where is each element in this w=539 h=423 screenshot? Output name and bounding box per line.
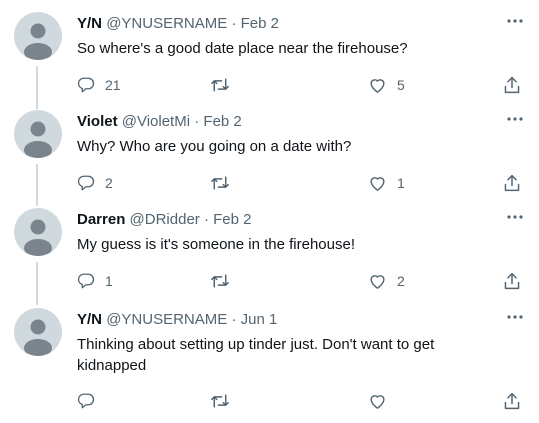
like-button[interactable]: 5 bbox=[368, 74, 405, 96]
timestamp[interactable]: Jun 1 bbox=[241, 311, 278, 328]
tweet[interactable]: Darren @DRidder · Feb 2 My guess is it's… bbox=[0, 198, 539, 294]
more-icon[interactable] bbox=[505, 310, 525, 324]
display-name[interactable]: Y/N bbox=[77, 311, 102, 328]
retweet-button[interactable] bbox=[210, 270, 240, 292]
reply-icon bbox=[77, 272, 95, 290]
display-name[interactable]: Violet bbox=[77, 113, 118, 130]
like-button[interactable]: 1 bbox=[368, 172, 405, 194]
timestamp[interactable]: Feb 2 bbox=[203, 113, 241, 130]
tweet[interactable]: Y/N @YNUSERNAME · Feb 2 So where's a goo… bbox=[0, 2, 539, 98]
like-icon bbox=[368, 174, 387, 192]
tweet-actions: 1 2 bbox=[77, 270, 522, 292]
share-button[interactable] bbox=[503, 74, 521, 96]
reply-button[interactable]: 21 bbox=[77, 74, 121, 96]
retweet-icon bbox=[210, 76, 230, 94]
like-button[interactable] bbox=[368, 390, 397, 412]
share-button[interactable] bbox=[503, 172, 521, 194]
avatar[interactable] bbox=[14, 208, 62, 256]
tweet[interactable]: Y/N @YNUSERNAME · Jun 1 Thinking about s… bbox=[0, 298, 539, 420]
avatar[interactable] bbox=[14, 308, 62, 356]
like-icon bbox=[368, 392, 387, 410]
username[interactable]: @DRidder bbox=[130, 211, 200, 228]
conversation-thread: Y/N @YNUSERNAME · Feb 2 So where's a goo… bbox=[0, 0, 539, 423]
reply-button[interactable] bbox=[77, 390, 105, 412]
like-count: 2 bbox=[397, 273, 405, 289]
share-button[interactable] bbox=[503, 270, 521, 292]
more-icon[interactable] bbox=[505, 210, 525, 224]
timestamp[interactable]: Feb 2 bbox=[213, 211, 251, 228]
reply-icon bbox=[77, 76, 95, 94]
share-button[interactable] bbox=[503, 390, 521, 412]
like-count: 1 bbox=[397, 175, 405, 191]
reply-count: 2 bbox=[105, 175, 113, 191]
reply-count: 21 bbox=[105, 77, 121, 93]
retweet-button[interactable] bbox=[210, 172, 240, 194]
reply-count: 1 bbox=[105, 273, 113, 289]
tweet-text: Thinking about setting up tinder just. D… bbox=[77, 336, 435, 374]
tweet-text: Why? Who are you going on a date with? bbox=[77, 138, 352, 155]
tweet-header: Y/N @YNUSERNAME · Feb 2 bbox=[77, 14, 279, 34]
tweet-actions: 21 5 bbox=[77, 74, 522, 96]
reply-button[interactable]: 2 bbox=[77, 172, 113, 194]
retweet-icon bbox=[210, 392, 230, 410]
like-icon bbox=[368, 76, 387, 94]
tweet-header: Violet @VioletMi · Feb 2 bbox=[77, 112, 242, 132]
avatar[interactable] bbox=[14, 12, 62, 60]
share-icon bbox=[503, 271, 521, 291]
tweet-header: Darren @DRidder · Feb 2 bbox=[77, 210, 251, 230]
timestamp[interactable]: Feb 2 bbox=[241, 15, 279, 32]
like-count: 5 bbox=[397, 77, 405, 93]
share-icon bbox=[503, 75, 521, 95]
username[interactable]: @YNUSERNAME bbox=[106, 15, 227, 32]
display-name[interactable]: Darren bbox=[77, 211, 125, 228]
retweet-icon bbox=[210, 174, 230, 192]
tweet[interactable]: Violet @VioletMi · Feb 2 Why? Who are yo… bbox=[0, 100, 539, 196]
separator: · bbox=[231, 311, 237, 328]
more-icon[interactable] bbox=[505, 112, 525, 126]
tweet-actions bbox=[77, 390, 522, 412]
tweet-text: So where's a good date place near the fi… bbox=[77, 40, 408, 57]
like-button[interactable]: 2 bbox=[368, 270, 405, 292]
tweet-header: Y/N @YNUSERNAME · Jun 1 bbox=[77, 310, 277, 330]
like-icon bbox=[368, 272, 387, 290]
retweet-button[interactable] bbox=[210, 390, 240, 412]
tweet-text: My guess is it's someone in the firehous… bbox=[77, 236, 355, 253]
username[interactable]: @YNUSERNAME bbox=[106, 311, 227, 328]
reply-icon bbox=[77, 392, 95, 410]
share-icon bbox=[503, 173, 521, 193]
separator: · bbox=[194, 113, 200, 130]
more-icon[interactable] bbox=[505, 14, 525, 28]
tweet-actions: 2 1 bbox=[77, 172, 522, 194]
share-icon bbox=[503, 391, 521, 411]
display-name[interactable]: Y/N bbox=[77, 15, 102, 32]
username[interactable]: @VioletMi bbox=[122, 113, 190, 130]
retweet-button[interactable] bbox=[210, 74, 240, 96]
reply-icon bbox=[77, 174, 95, 192]
retweet-icon bbox=[210, 272, 230, 290]
separator: · bbox=[231, 15, 237, 32]
reply-button[interactable]: 1 bbox=[77, 270, 113, 292]
separator: · bbox=[203, 211, 209, 228]
avatar[interactable] bbox=[14, 110, 62, 158]
